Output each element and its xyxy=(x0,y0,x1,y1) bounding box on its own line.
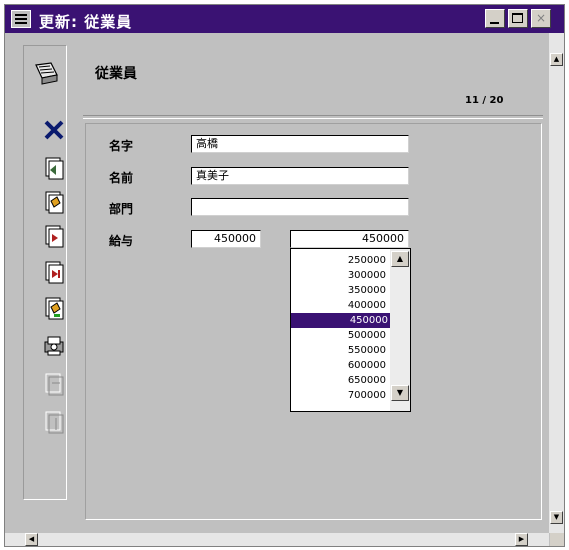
first-record-button[interactable] xyxy=(39,153,69,183)
salary-option[interactable]: 250000 xyxy=(291,253,388,268)
prev-record-button[interactable] xyxy=(39,187,69,217)
next-record-icon xyxy=(41,223,67,249)
maximize-icon xyxy=(512,13,523,23)
last-name-field[interactable]: 高橋 xyxy=(191,135,409,153)
disabled-tool-icon xyxy=(41,409,67,435)
next-record-button[interactable] xyxy=(39,221,69,251)
disabled-tool-button-1 xyxy=(39,369,69,399)
salary-options-list[interactable]: 250000 300000 350000 400000 450000 50000… xyxy=(290,248,411,412)
vertical-scrollbar[interactable]: ▲ ▼ xyxy=(549,33,564,533)
minimize-button[interactable] xyxy=(485,9,505,28)
salary-option[interactable]: 350000 xyxy=(291,283,388,298)
dropdown-scrollbar[interactable]: ▲ ▼ xyxy=(390,249,410,411)
scroll-up-icon[interactable]: ▲ xyxy=(391,251,409,267)
last-record-icon xyxy=(41,259,67,285)
first-name-label: 名前 xyxy=(109,171,134,185)
edit-record-button[interactable] xyxy=(39,293,69,323)
form-title: 従業員 xyxy=(95,66,137,82)
salary-option[interactable]: 300000 xyxy=(291,268,388,283)
title-bar[interactable]: 更新: 従業員 × xyxy=(5,5,564,33)
department-label: 部門 xyxy=(109,202,134,216)
salary-option[interactable]: 600000 xyxy=(291,358,388,373)
record-counter: 11 / 20 xyxy=(465,95,504,106)
horizontal-scrollbar[interactable]: ◀ ▶ xyxy=(5,533,549,546)
scroll-right-icon[interactable]: ▶ xyxy=(515,533,528,546)
first-record-icon xyxy=(41,155,67,181)
window-title: 更新: 従業員 xyxy=(39,13,133,31)
salary-option[interactable]: 400000 xyxy=(291,298,388,313)
employee-update-window: 更新: 従業員 × 従業員 11 / 20 名字 高橋 名前 真美子 部門 給与… xyxy=(4,4,565,547)
department-field[interactable] xyxy=(191,198,409,216)
disabled-tool-icon xyxy=(41,371,67,397)
salary-option[interactable]: 650000 xyxy=(291,373,388,388)
resize-grip-icon[interactable] xyxy=(550,533,564,546)
scroll-up-icon[interactable]: ▲ xyxy=(550,53,563,66)
prev-record-icon xyxy=(41,189,67,215)
delete-button[interactable] xyxy=(39,115,69,145)
print-button[interactable] xyxy=(39,331,69,361)
scroll-down-icon[interactable]: ▼ xyxy=(550,511,563,524)
first-name-field[interactable]: 真美子 xyxy=(191,167,409,185)
maximize-button[interactable] xyxy=(508,9,528,28)
minimize-icon xyxy=(490,22,499,24)
last-record-button[interactable] xyxy=(39,257,69,287)
window-menu-icon[interactable] xyxy=(11,10,31,28)
header-divider xyxy=(83,115,543,119)
disabled-tool-button-2 xyxy=(39,407,69,437)
edit-record-icon xyxy=(41,295,67,321)
last-name-label: 名字 xyxy=(109,139,134,153)
salary-option[interactable]: 550000 xyxy=(291,343,388,358)
salary-dropdown[interactable]: 450000 xyxy=(290,230,409,248)
salary-option[interactable]: 500000 xyxy=(291,328,388,343)
delete-x-icon xyxy=(43,119,65,141)
calendar-icon xyxy=(33,61,59,91)
print-icon xyxy=(41,333,67,359)
close-button[interactable]: × xyxy=(531,9,551,28)
scroll-left-icon[interactable]: ◀ xyxy=(25,533,38,546)
scroll-down-icon[interactable]: ▼ xyxy=(391,385,409,401)
salary-option-selected[interactable]: 450000 xyxy=(291,313,390,328)
salary-option[interactable]: 700000 xyxy=(291,388,388,403)
salary-field[interactable]: 450000 xyxy=(191,230,261,248)
salary-label: 給与 xyxy=(109,234,134,248)
